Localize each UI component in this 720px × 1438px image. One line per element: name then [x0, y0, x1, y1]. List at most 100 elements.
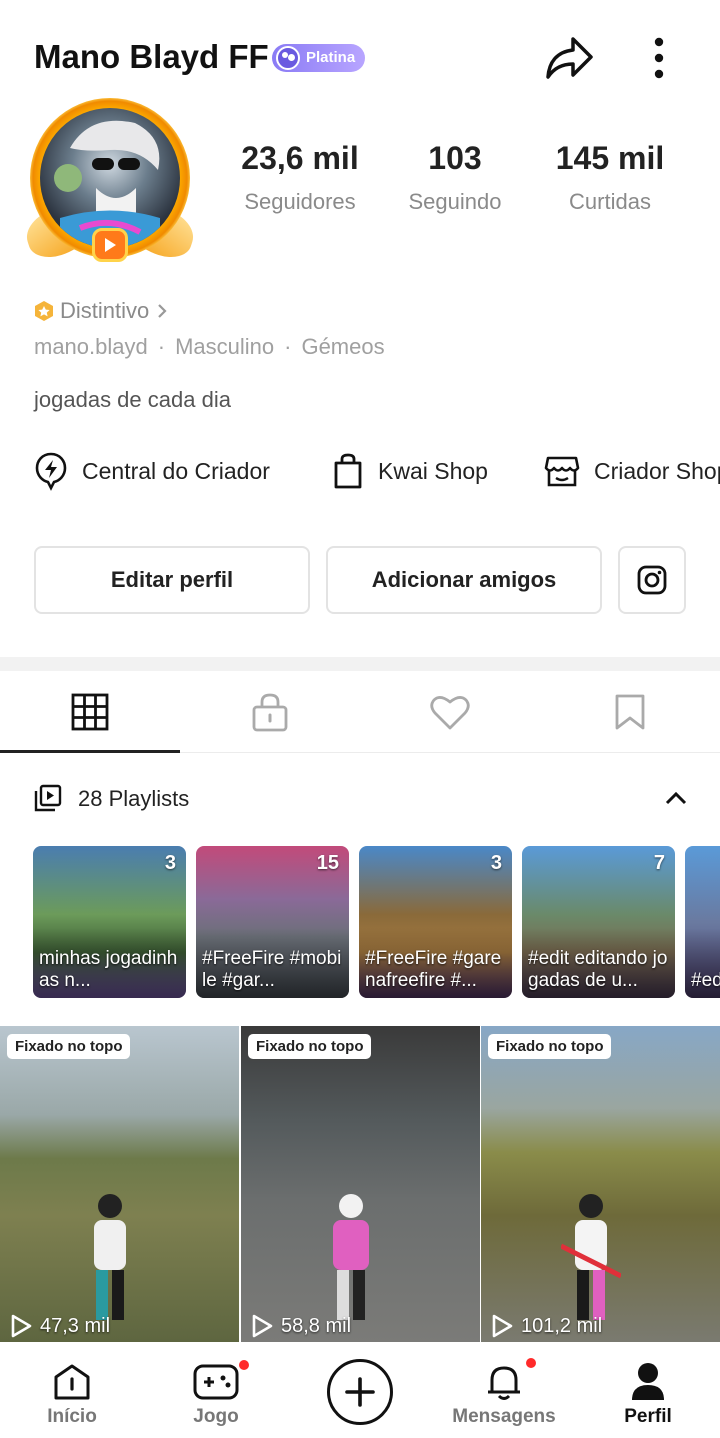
play-outline-icon [11, 1314, 32, 1338]
playlists-title: 28 Playlists [78, 786, 190, 811]
view-count-text: 47,3 mil [40, 1314, 111, 1337]
playlists-header: 28 Playlists [0, 770, 720, 826]
playlist-caption: minhas jogadinhas n... [39, 948, 178, 991]
grid-icon [71, 693, 109, 731]
nav-icon-wrap [631, 1362, 665, 1402]
tab-videos[interactable] [0, 671, 180, 753]
platina-badge[interactable]: Platina [272, 44, 366, 72]
nav-profile[interactable]: Perfil [608, 1342, 688, 1438]
share-icon [546, 37, 593, 79]
tab-active-indicator [0, 750, 180, 753]
kwai-shop-link[interactable]: Kwai Shop [332, 448, 488, 494]
username: mano.blayd [34, 334, 148, 359]
avatar[interactable] [20, 98, 200, 270]
player-figure [94, 1194, 126, 1320]
playlist-count: 15 [316, 852, 339, 874]
zodiac-sign: Gémeos [301, 334, 385, 359]
creator-shortcuts: Central do Criador Kwai Shop Criador Sho… [0, 448, 720, 494]
view-count: 47,3 mil [10, 1314, 110, 1338]
badge-icon [276, 46, 300, 70]
playlist-count: 7 [653, 852, 665, 874]
shopping-bag-icon [334, 453, 362, 489]
playlist-card[interactable]: 7 #edit editando jogadas de u... [522, 846, 675, 998]
edit-profile-button[interactable]: Editar perfil [34, 546, 310, 614]
share-button[interactable] [540, 30, 598, 86]
playlists-collapse-button[interactable] [656, 782, 696, 814]
pinned-label: Fixado no topo [488, 1034, 612, 1059]
profile-name: Mano Blayd FF [34, 38, 269, 75]
bell-icon [488, 1366, 520, 1400]
nav-icon-wrap [52, 1362, 92, 1402]
instagram-button[interactable] [618, 546, 686, 614]
view-count: 101,2 mil [491, 1314, 602, 1338]
tab-saved[interactable] [540, 671, 720, 753]
gender: Masculino [175, 334, 275, 359]
video-thumbnail[interactable]: Fixado no topo 101,2 mil [481, 1026, 720, 1342]
stat-following[interactable]: 103 Seguindo [395, 140, 515, 215]
tab-private[interactable] [180, 671, 360, 753]
lightning-icon [35, 452, 67, 491]
play-outline-icon [492, 1314, 513, 1338]
nav-label: Início [47, 1406, 97, 1427]
more-vertical-icon [654, 37, 664, 79]
nav-messages[interactable]: Mensagens [444, 1342, 564, 1438]
more-options-button[interactable] [636, 30, 682, 86]
nav-icon-wrap [484, 1358, 536, 1402]
creator-shop-link[interactable]: Criador Shop [544, 448, 720, 494]
playlist-card[interactable]: 15 #FreeFire #mobile #gar... [196, 846, 349, 998]
chevron-up-icon [665, 791, 687, 805]
separator: · [284, 334, 292, 359]
playlist-caption: #edit editando jogadas de u... [528, 948, 668, 991]
nav-icon-wrap [192, 1360, 249, 1402]
distintivo-link[interactable]: Distintivo [34, 298, 169, 324]
view-count-text: 58,8 mil [281, 1314, 352, 1337]
view-count: 58,8 mil [251, 1314, 351, 1338]
player-figure [333, 1194, 369, 1320]
player-figure [561, 1194, 621, 1320]
stat-label: Seguidores [244, 189, 356, 214]
profile-meta: mano.blayd · Masculino · Gémeos [34, 334, 385, 360]
pinned-label: Fixado no topo [7, 1034, 131, 1059]
nav-label: Mensagens [452, 1406, 556, 1427]
pinned-label: Fixado no topo [248, 1034, 372, 1059]
home-icon [54, 1364, 90, 1400]
plus-icon [345, 1377, 375, 1407]
badge-label: Platina [306, 49, 356, 66]
lock-icon [252, 693, 288, 732]
playlist-card[interactable]: #ed #Fr [685, 846, 720, 998]
avatar-image [40, 108, 180, 248]
video-grid: Fixado no topo 47,3 mil Fixado no topo 5… [0, 1026, 720, 1342]
nav-label: Perfil [624, 1406, 672, 1427]
instagram-icon [637, 565, 667, 595]
playlist-caption: #FreeFire #garenafreefire #... [365, 948, 502, 991]
live-badge [92, 228, 128, 262]
store-icon [544, 456, 580, 487]
stat-followers[interactable]: 23,6 mil Seguidores [230, 140, 370, 215]
stat-value: 23,6 mil [241, 140, 359, 176]
tab-liked[interactable] [360, 671, 540, 753]
creator-center-link[interactable]: Central do Criador [34, 448, 270, 494]
stat-value: 103 [428, 140, 482, 176]
playlist-card[interactable]: 3 minhas jogadinhas n... [33, 846, 186, 998]
playlist-caption: #FreeFire #mobile #gar... [202, 948, 342, 991]
stat-likes[interactable]: 145 mil Curtidas [540, 140, 680, 215]
content-tabs [0, 671, 720, 753]
create-button[interactable] [327, 1359, 393, 1425]
playlist-icon [34, 784, 62, 812]
playlist-card[interactable]: 3 #FreeFire #garenafreefire #... [359, 846, 512, 998]
gamepad-icon [193, 1364, 239, 1400]
play-outline-icon [252, 1314, 273, 1338]
video-thumbnail[interactable]: Fixado no topo 58,8 mil [241, 1026, 480, 1342]
video-thumbnail[interactable]: Fixado no topo 47,3 mil [0, 1026, 239, 1342]
heart-icon [430, 696, 470, 730]
profile-bio: jogadas de cada dia [34, 387, 231, 412]
section-divider [0, 657, 720, 671]
distintivo-badge-icon [35, 301, 53, 321]
add-friends-button[interactable]: Adicionar amigos [326, 546, 602, 614]
nav-game[interactable]: Jogo [176, 1342, 256, 1438]
playlists-carousel: 3 minhas jogadinhas n... 15 #FreeFire #m… [0, 846, 720, 998]
nav-home[interactable]: Início [32, 1342, 112, 1438]
stat-label: Seguindo [408, 189, 502, 214]
nav-create[interactable] [324, 1342, 396, 1438]
notification-dot [526, 1358, 536, 1368]
